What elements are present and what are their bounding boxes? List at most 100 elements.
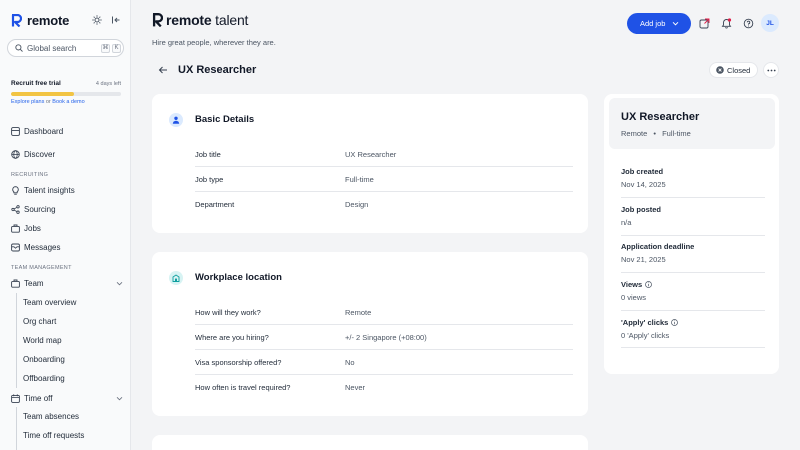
dashboard-icon (11, 126, 20, 136)
stat-label: Job posted (621, 205, 662, 214)
job-summary-panel: UX Researcher Remote • Full-time Job cre… (604, 94, 779, 374)
chevron-down-icon (673, 21, 679, 26)
job-summary-subtitle: Remote • Full-time (621, 129, 691, 138)
stat-job-posted: Job posted n/a (621, 205, 765, 227)
sidebar-subitem-offboarding[interactable]: Offboarding (23, 374, 65, 383)
row-value: Full-time (345, 174, 374, 184)
status-label: Closed (727, 65, 751, 75)
stat-application-deadline: Application deadline Nov 21, 2025 (621, 242, 765, 264)
sidebar-subitem-onboarding[interactable]: Onboarding (23, 355, 65, 364)
brand-logo[interactable]: remote (11, 13, 69, 28)
trial-banner: Recruit free trial 4 days left Explore p… (11, 80, 121, 105)
card-title: Basic Details (195, 114, 255, 125)
workplace-location-card: Workplace location How will they work? R… (152, 252, 588, 416)
add-job-label: Add job (640, 19, 666, 28)
sidebar-item-dashboard[interactable]: Dashboard (11, 125, 63, 137)
sidebar-subitem-org-chart[interactable]: Org chart (23, 317, 56, 326)
detail-row: Job type Full-time (195, 167, 573, 192)
row-value: UX Researcher (345, 149, 397, 159)
row-label: Where are you hiring? (195, 332, 269, 342)
logo-text-light: talent (211, 12, 249, 28)
sidebar-subitem-time-off-requests[interactable]: Time off requests (23, 431, 84, 440)
explore-plans-link[interactable]: Explore plans (11, 99, 44, 105)
detail-row: Department Design (195, 192, 573, 217)
sidebar-item-team[interactable]: Team (11, 277, 44, 289)
stat-divider (621, 197, 765, 198)
chevron-down-icon[interactable] (116, 280, 123, 287)
sidebar-item-discover[interactable]: Discover (11, 148, 55, 160)
book-demo-link[interactable]: Book a demo (52, 99, 84, 105)
message-icon (11, 243, 20, 251)
row-label: Visa sponsorship offered? (195, 357, 282, 367)
stat-divider (621, 310, 765, 311)
team-subnav-line (16, 293, 17, 388)
info-icon[interactable] (645, 281, 652, 288)
remote-talent-logo[interactable]: remote talent (152, 12, 248, 28)
shortcut-key-cmd: ⌘ (101, 43, 110, 53)
sidebar-item-label: Talent insights (24, 185, 75, 195)
global-search[interactable]: Global search ⌘ K (7, 39, 124, 57)
stat-views: Views 0 views (621, 280, 765, 302)
row-value: Design (345, 200, 369, 209)
globe-icon (11, 149, 20, 159)
sidebar-item-jobs[interactable]: Jobs (11, 222, 41, 234)
sidebar-item-time-off[interactable]: Time off (11, 392, 52, 404)
stat-value: Nov 21, 2025 (621, 255, 666, 264)
row-label: Job title (195, 149, 221, 159)
job-location: Remote (621, 129, 648, 138)
collapse-sidebar-icon[interactable] (111, 15, 121, 25)
info-icon[interactable] (671, 319, 679, 326)
stat-apply-clicks: 'Apply' clicks 0 'Apply' clicks (621, 318, 765, 340)
stat-label: Application deadline (621, 242, 695, 251)
sidebar-subitem-team-overview[interactable]: Team overview (23, 298, 76, 307)
stat-label: Views (621, 280, 643, 289)
subtitle-separator: • (653, 129, 656, 138)
page-title: UX Researcher (178, 64, 257, 76)
stat-divider (621, 347, 765, 348)
section-recruiting: RECRUITING (11, 172, 49, 178)
external-link-icon[interactable] (699, 18, 710, 29)
share-icon (11, 204, 20, 214)
stat-label: 'Apply' clicks (621, 318, 669, 327)
sidebar-item-label: Dashboard (24, 126, 64, 136)
row-label: Job type (195, 174, 224, 184)
status-badge[interactable]: Closed (709, 62, 758, 78)
sidebar-subitem-world-map[interactable]: World map (23, 336, 62, 345)
next-section-card (152, 435, 588, 450)
job-summary-header: UX Researcher Remote • Full-time (609, 98, 775, 149)
sidebar: remote Global search ⌘ K Recruit free tr… (0, 0, 131, 450)
help-icon[interactable] (743, 18, 754, 29)
remote-logo-icon (152, 13, 163, 27)
sun-icon[interactable] (92, 15, 102, 25)
trial-progress-fill (11, 92, 74, 96)
sidebar-item-label: Sourcing (24, 204, 56, 214)
detail-row: How will they work? Remote (195, 300, 573, 325)
stat-value: Nov 14, 2025 (621, 180, 666, 189)
person-icon (169, 113, 183, 127)
remote-logo-icon (11, 14, 22, 27)
page-tagline: Hire great people, wherever they are. (152, 38, 276, 47)
job-type: Full-time (662, 129, 691, 138)
add-job-button[interactable]: Add job (627, 13, 691, 34)
sidebar-subitem-team-absences[interactable]: Team absences (23, 412, 79, 421)
row-value: Never (345, 383, 366, 392)
row-value: +/- 2 Singapore (+08:00) (345, 332, 427, 342)
sidebar-item-messages[interactable]: Messages (11, 241, 60, 253)
stat-label-row: 'Apply' clicks (621, 318, 765, 327)
sidebar-item-label: Jobs (24, 223, 41, 233)
bell-icon[interactable] (721, 18, 732, 29)
detail-row: How often is travel required? Never (195, 375, 573, 400)
more-options-button[interactable] (763, 62, 779, 78)
user-avatar[interactable]: JL (761, 14, 779, 32)
sidebar-item-talent-insights[interactable]: Talent insights (11, 184, 75, 196)
more-horizontal-icon (766, 69, 776, 71)
back-arrow-icon[interactable] (158, 65, 168, 75)
row-value: Remote (345, 307, 372, 317)
chevron-down-icon[interactable] (116, 395, 123, 402)
detail-row: Visa sponsorship offered? No (195, 350, 573, 375)
row-label: Department (195, 200, 235, 209)
sidebar-item-label: Messages (24, 242, 61, 252)
briefcase-icon (11, 224, 20, 233)
sidebar-item-sourcing[interactable]: Sourcing (11, 203, 56, 215)
trial-title: Recruit free trial (11, 80, 61, 87)
